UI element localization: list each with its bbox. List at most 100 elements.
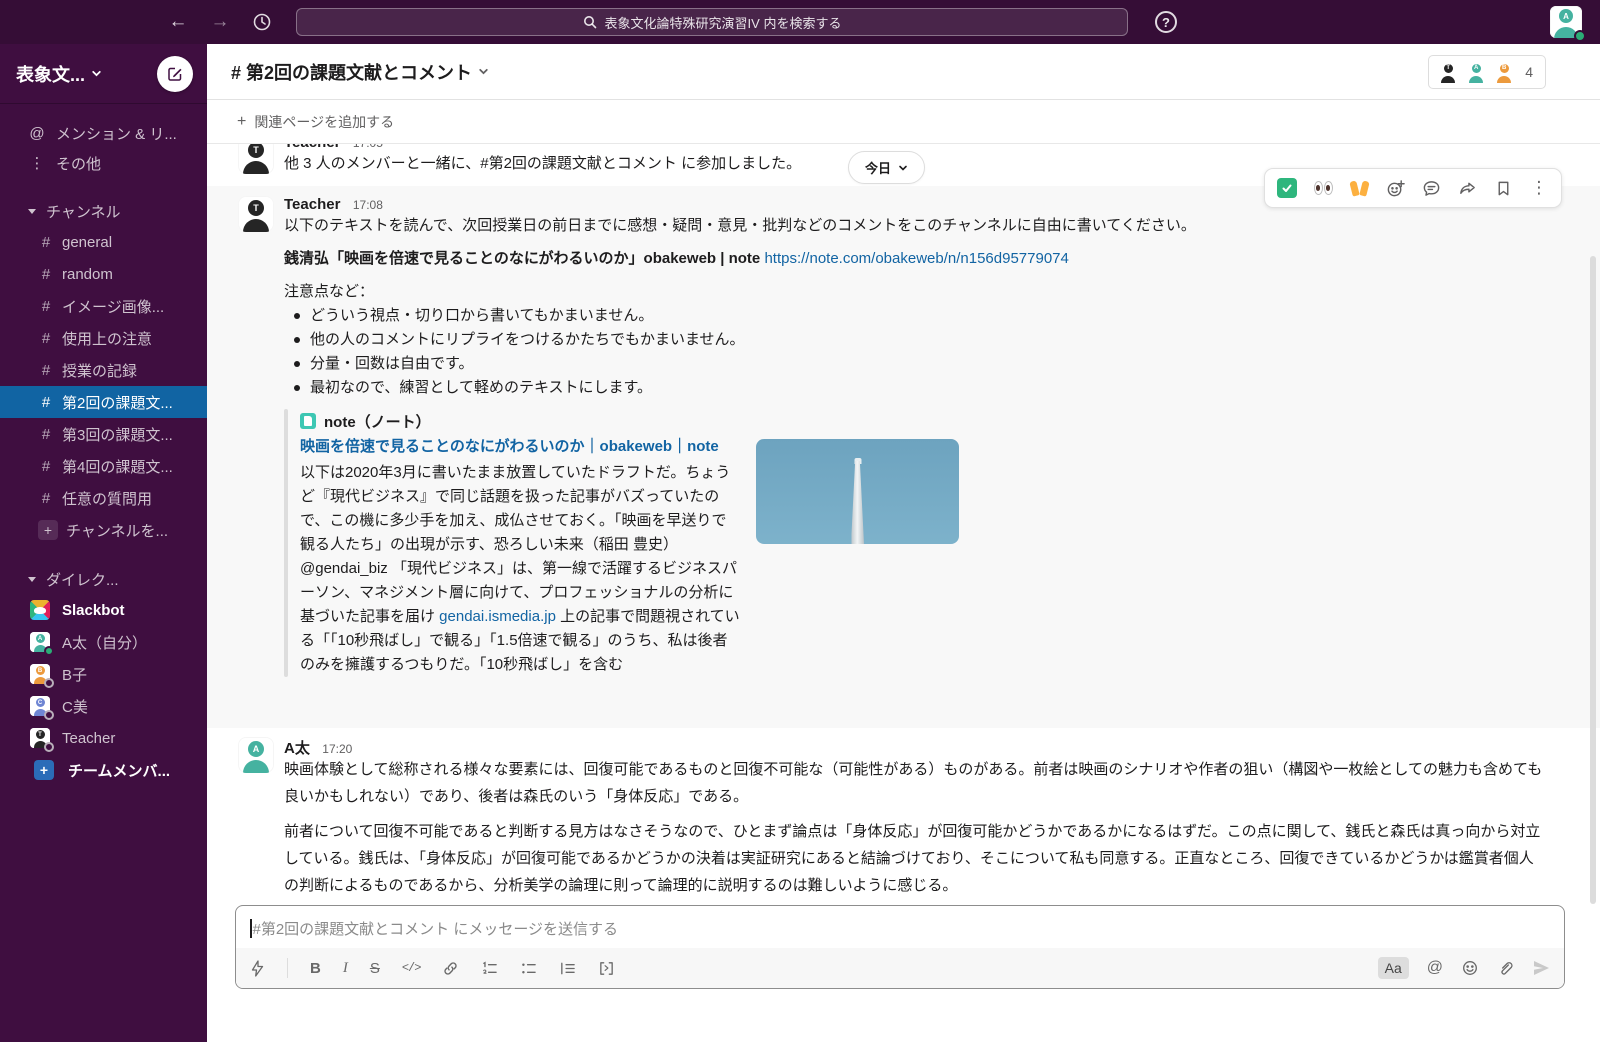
member-count-button[interactable]: T A B 4 xyxy=(1428,55,1546,89)
user-avatar[interactable]: A xyxy=(1550,6,1582,38)
sidebar-channel-general[interactable]: #general xyxy=(0,226,207,258)
add-bookmark-bar[interactable]: + 関連ページを追加する xyxy=(207,100,1600,144)
reply-thread-button[interactable] xyxy=(1415,173,1447,203)
history-forward-button[interactable]: → xyxy=(206,8,234,36)
avatar: A xyxy=(1465,61,1487,83)
message-input[interactable]: #第2回の課題文献とコメント にメッセージを送信する xyxy=(236,906,1564,950)
note-article-link[interactable]: https://note.com/obakeweb/n/n156d9577907… xyxy=(764,250,1068,267)
top-bar: ← → 表象文化論特殊研究演習IV 内を検索する ? A xyxy=(0,0,1600,44)
toolbar-divider xyxy=(287,958,288,978)
avatar: B xyxy=(30,664,50,684)
unfurl-thumbnail-image[interactable] xyxy=(756,439,959,544)
message-paragraph: 映画体験として総称される様々な要素には、回復可能であるものと回復不可能な（可能性… xyxy=(284,756,1544,810)
bold-button[interactable]: B xyxy=(310,960,321,977)
sidebar-channel-questions[interactable]: #任意の質問用 xyxy=(0,482,207,514)
message-author[interactable]: A太 xyxy=(284,740,310,757)
workspace-chevron-icon[interactable] xyxy=(91,68,102,79)
sidebar-channel-session2-selected[interactable]: #第2回の課題文... xyxy=(0,386,207,418)
unfurl-title-link[interactable]: 映画を倍速で見ることのなにがわるいのか｜obakeweb｜note xyxy=(300,435,740,459)
message-paragraph: 前者について回復不可能であると判断する見方はなさそうなので、ひとまず論点は「身体… xyxy=(284,818,1544,899)
presence-offline-dot xyxy=(44,710,54,720)
eyes-emoji xyxy=(1314,181,1333,195)
gendai-link[interactable]: gendai.ismedia.jp xyxy=(439,608,556,625)
plus-icon: + xyxy=(38,520,58,540)
avatar[interactable]: A xyxy=(238,737,274,773)
mention-button[interactable]: @ xyxy=(1427,959,1443,977)
sidebar-channel-usage-notes[interactable]: #使用上の注意 xyxy=(0,322,207,354)
plus-icon: + xyxy=(34,760,54,780)
channel-title[interactable]: # 第2回の課題文献とコメント xyxy=(231,59,489,85)
plus-icon: + xyxy=(237,113,246,131)
avatar: A xyxy=(30,632,50,652)
send-button[interactable] xyxy=(1532,959,1550,977)
attach-file-button[interactable] xyxy=(1497,960,1514,977)
bulleted-list-button[interactable] xyxy=(520,960,537,977)
message-timestamp[interactable]: 17:08 xyxy=(353,198,383,212)
emoji-button[interactable] xyxy=(1461,959,1479,977)
react-check-mark-button[interactable] xyxy=(1271,173,1303,203)
sidebar-channel-random[interactable]: #random xyxy=(0,258,207,290)
compose-button[interactable] xyxy=(157,56,193,92)
sidebar-dm-b-ko[interactable]: B B子 xyxy=(0,658,207,690)
avatar: T xyxy=(1437,61,1459,83)
reading-reference: 銭清弘「映画を倍速で見ることのなにがわるいのか」obakeweb | note … xyxy=(284,247,1580,271)
notes-label: 注意点など： xyxy=(284,280,1580,304)
add-reaction-button[interactable] xyxy=(1379,173,1411,203)
sidebar-channel-session4[interactable]: #第4回の課題文... xyxy=(0,450,207,482)
react-eyes-button[interactable] xyxy=(1307,173,1339,203)
message-teacher-1708: T Teacher 17:08 以下のテキストを読んで、次回授業日の前日までに感… xyxy=(207,186,1600,728)
bullet-item: 他の人のコメントにリプライをつけるかたちでもかまいません。 xyxy=(284,328,1580,352)
section-collapse-icon xyxy=(28,209,36,214)
sidebar-dm-teacher[interactable]: T Teacher xyxy=(0,722,207,754)
sidebar-channel-session3[interactable]: #第3回の課題文... xyxy=(0,418,207,450)
composer-placeholder: #第2回の課題文献とコメント にメッセージを送信する xyxy=(253,918,619,939)
bookmark-message-button[interactable] xyxy=(1487,173,1519,203)
sidebar-add-teammates[interactable]: + チームメンバ... xyxy=(0,754,207,786)
sidebar-add-channel[interactable]: +チャンネルを... xyxy=(0,514,207,546)
blockquote-button[interactable] xyxy=(559,960,576,977)
scrollbar-thumb[interactable] xyxy=(1590,256,1596,904)
sidebar-dm-c-mi[interactable]: C C美 xyxy=(0,690,207,722)
hash-icon: # xyxy=(38,362,54,379)
formatting-toggle-button[interactable]: Aa xyxy=(1378,957,1409,979)
dm-section-header[interactable]: ダイレク... xyxy=(0,564,207,594)
workspace-name[interactable]: 表象文... xyxy=(16,61,85,87)
help-button[interactable]: ? xyxy=(1155,11,1177,33)
strikethrough-button[interactable]: S xyxy=(370,960,380,977)
avatar: T xyxy=(238,144,274,174)
message-text: 以下のテキストを読んで、次回授業日の前日までに感想・疑問・意見・批判などのコメン… xyxy=(284,214,1580,238)
at-icon: @ xyxy=(28,125,46,142)
more-actions-button[interactable]: ⋮ xyxy=(1523,173,1555,203)
link-button[interactable] xyxy=(442,960,459,977)
channels-section-header[interactable]: チャンネル xyxy=(0,196,207,226)
slackbot-icon xyxy=(30,600,50,620)
link-unfurl-card: note（ノート） 映画を倍速で見ることのなにがわるいのか｜obakeweb｜n… xyxy=(284,409,1580,677)
sidebar-dm-a-ta[interactable]: A A太（自分） xyxy=(0,626,207,658)
check-mark-emoji xyxy=(1277,178,1297,198)
message-timestamp[interactable]: 17:05 xyxy=(353,144,383,150)
share-message-button[interactable] xyxy=(1451,173,1483,203)
message-author[interactable]: Teacher xyxy=(284,144,340,151)
sidebar-item-mentions[interactable]: @ メンション & リ... xyxy=(0,118,207,148)
sidebar-channel-image[interactable]: #イメージ画像... xyxy=(0,290,207,322)
history-clock-icon[interactable] xyxy=(248,8,276,36)
sidebar-item-more[interactable]: ⋮ その他 xyxy=(0,148,207,178)
presence-offline-dot xyxy=(44,678,54,688)
search-input[interactable]: 表象文化論特殊研究演習IV 内を検索する xyxy=(296,8,1128,36)
inline-code-button[interactable]: </> xyxy=(402,961,421,975)
code-block-button[interactable] xyxy=(598,960,615,977)
ordered-list-button[interactable] xyxy=(481,960,498,977)
sidebar-dm-slackbot[interactable]: Slackbot xyxy=(0,594,207,626)
avatar[interactable]: T xyxy=(238,196,274,232)
message-author[interactable]: Teacher xyxy=(284,196,340,213)
history-back-button[interactable]: ← xyxy=(164,8,192,36)
italic-button[interactable]: I xyxy=(343,960,348,977)
shortcuts-lightning-button[interactable] xyxy=(250,960,265,977)
hash-icon: # xyxy=(38,298,54,315)
message-timestamp[interactable]: 17:20 xyxy=(322,742,352,756)
sidebar-channel-class-records[interactable]: #授業の記録 xyxy=(0,354,207,386)
react-raised-hands-button[interactable] xyxy=(1343,173,1375,203)
text-caret xyxy=(250,919,252,938)
message-composer[interactable]: #第2回の課題文献とコメント にメッセージを送信する B I S </> xyxy=(235,905,1565,989)
date-divider-pill[interactable]: 今日 xyxy=(848,151,925,184)
